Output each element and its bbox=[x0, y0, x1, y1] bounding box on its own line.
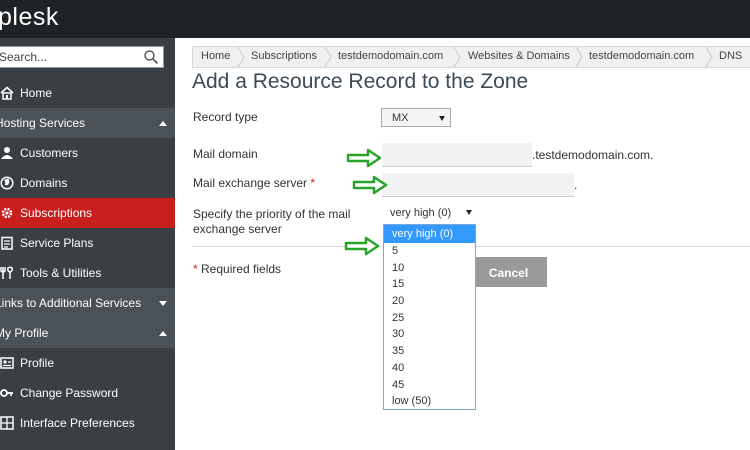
mail-exchange-suffix: . bbox=[574, 178, 578, 192]
clipboard-icon bbox=[1, 236, 13, 250]
breadcrumb-item[interactable]: Websites & Domains bbox=[468, 50, 570, 62]
sidebar-item-label: Change Password bbox=[20, 386, 119, 400]
sidebar-item-label: Profile bbox=[20, 356, 55, 370]
sidebar-item-label: Service Plans bbox=[20, 236, 94, 250]
search-icon[interactable] bbox=[143, 49, 159, 65]
sidebar-item-change-password[interactable]: Change Password bbox=[0, 378, 175, 408]
priority-label-line2: exchange server bbox=[193, 222, 282, 236]
search-input[interactable]: Search... bbox=[0, 46, 164, 68]
mail-exchange-label-text: Mail exchange server bbox=[193, 176, 308, 190]
breadcrumb-separator-icon bbox=[705, 47, 713, 67]
breadcrumb-item[interactable]: testdemodomain.com bbox=[589, 50, 694, 62]
priority-option[interactable]: 5 bbox=[384, 243, 475, 260]
page-title: Add a Resource Record to the Zone bbox=[192, 70, 529, 93]
priority-option[interactable]: 25 bbox=[384, 310, 475, 327]
required-fields-text: Required fields bbox=[201, 262, 282, 276]
caret-up-icon bbox=[159, 331, 167, 336]
sidebar-item-label: Customers bbox=[20, 146, 79, 160]
record-type-select[interactable]: MX bbox=[381, 108, 451, 127]
breadcrumb-item[interactable]: Subscriptions bbox=[251, 50, 317, 62]
priority-option[interactable]: 15 bbox=[384, 276, 475, 293]
sidebar-item-subscriptions[interactable]: Subscriptions bbox=[0, 198, 175, 228]
search-placeholder: Search... bbox=[0, 50, 48, 64]
record-type-label: Record type bbox=[193, 110, 258, 124]
globe-icon bbox=[0, 176, 14, 190]
breadcrumb-item[interactable]: DNS bbox=[719, 50, 742, 62]
breadcrumb-separator-icon bbox=[575, 47, 583, 67]
required-star: * bbox=[193, 262, 198, 276]
sidebar-section-label: Hosting Services bbox=[0, 116, 86, 130]
sidebar-section-hosting-services[interactable]: Hosting Services bbox=[0, 108, 175, 138]
mail-domain-label: Mail domain bbox=[193, 147, 258, 161]
priority-value: very high (0) bbox=[390, 207, 452, 219]
breadcrumb-item[interactable]: testdemodomain.com bbox=[338, 50, 443, 62]
priority-option[interactable]: 10 bbox=[384, 260, 475, 277]
tools-icon bbox=[0, 266, 13, 279]
sidebar-item-label: Interface Preferences bbox=[20, 416, 135, 430]
sidebar-section-my-profile[interactable]: My Profile bbox=[0, 318, 175, 348]
breadcrumb-separator-icon bbox=[237, 47, 245, 67]
top-bar: plesk bbox=[0, 0, 750, 38]
mail-domain-suffix: .testdemodomain.com. bbox=[532, 148, 654, 162]
home-icon bbox=[0, 86, 14, 100]
sidebar-item-label: Home bbox=[20, 86, 53, 100]
required-star: * bbox=[310, 176, 316, 190]
annotation-arrow-icon bbox=[346, 148, 382, 168]
sidebar-item-home[interactable]: Home bbox=[0, 78, 175, 108]
breadcrumb-separator-icon bbox=[453, 47, 461, 67]
breadcrumb-item[interactable]: Home bbox=[201, 50, 230, 62]
priority-option[interactable]: 45 bbox=[384, 377, 475, 394]
caret-down-icon bbox=[159, 301, 167, 306]
sidebar-item-label: Tools & Utilities bbox=[20, 266, 102, 280]
priority-option[interactable]: very high (0) bbox=[384, 225, 475, 243]
breadcrumb: Home Subscriptions testdemodomain.com We… bbox=[192, 46, 750, 68]
sidebar-section-label: Links to Additional Services bbox=[0, 296, 142, 310]
sidebar: Search... Home Hosting Services Customer… bbox=[0, 38, 175, 450]
priority-option[interactable]: 35 bbox=[384, 343, 475, 360]
sidebar-item-domains[interactable]: Domains bbox=[0, 168, 175, 198]
mail-exchange-input[interactable] bbox=[382, 173, 574, 197]
priority-option[interactable]: low (50) bbox=[384, 393, 475, 410]
mail-exchange-label: Mail exchange server * bbox=[193, 176, 315, 190]
grid-icon bbox=[0, 416, 14, 430]
chevron-down-icon bbox=[439, 116, 445, 121]
gear-icon bbox=[1, 207, 13, 219]
mail-domain-input[interactable] bbox=[382, 143, 532, 167]
priority-label-line1: Specify the priority of the mail bbox=[193, 207, 351, 221]
priority-select[interactable]: very high (0) bbox=[383, 205, 476, 222]
key-icon bbox=[0, 389, 13, 397]
sidebar-item-label: Subscriptions bbox=[20, 206, 93, 220]
caret-up-icon bbox=[159, 121, 167, 126]
sidebar-item-profile[interactable]: Profile bbox=[0, 348, 175, 378]
plesk-logo[interactable]: plesk bbox=[0, 3, 59, 32]
breadcrumb-separator-icon bbox=[324, 47, 332, 67]
sidebar-item-interface-preferences[interactable]: Interface Preferences bbox=[0, 408, 175, 438]
sidebar-nav: Home Hosting Services Customers Domains bbox=[0, 78, 175, 438]
user-icon bbox=[1, 147, 13, 159]
sidebar-section-label: My Profile bbox=[0, 326, 49, 340]
chevron-down-icon bbox=[466, 210, 472, 215]
priority-option[interactable]: 40 bbox=[384, 360, 475, 377]
sidebar-item-service-plans[interactable]: Service Plans bbox=[0, 228, 175, 258]
annotation-arrow-icon bbox=[352, 175, 388, 195]
record-type-value: MX bbox=[392, 112, 409, 124]
sidebar-item-tools-utilities[interactable]: Tools & Utilities bbox=[0, 258, 175, 288]
profile-card-icon bbox=[0, 357, 14, 369]
priority-option[interactable]: 20 bbox=[384, 293, 475, 310]
sidebar-section-links-additional-services[interactable]: Links to Additional Services bbox=[0, 288, 175, 318]
annotation-arrow-icon bbox=[344, 236, 380, 256]
priority-option[interactable]: 30 bbox=[384, 326, 475, 343]
priority-dropdown-list: very high (0) 5 10 15 20 25 30 35 40 45 … bbox=[383, 224, 476, 410]
sidebar-item-customers[interactable]: Customers bbox=[0, 138, 175, 168]
cancel-button[interactable]: Cancel bbox=[470, 257, 547, 287]
required-fields-note: * Required fields bbox=[193, 262, 281, 276]
sidebar-item-label: Domains bbox=[20, 176, 68, 190]
